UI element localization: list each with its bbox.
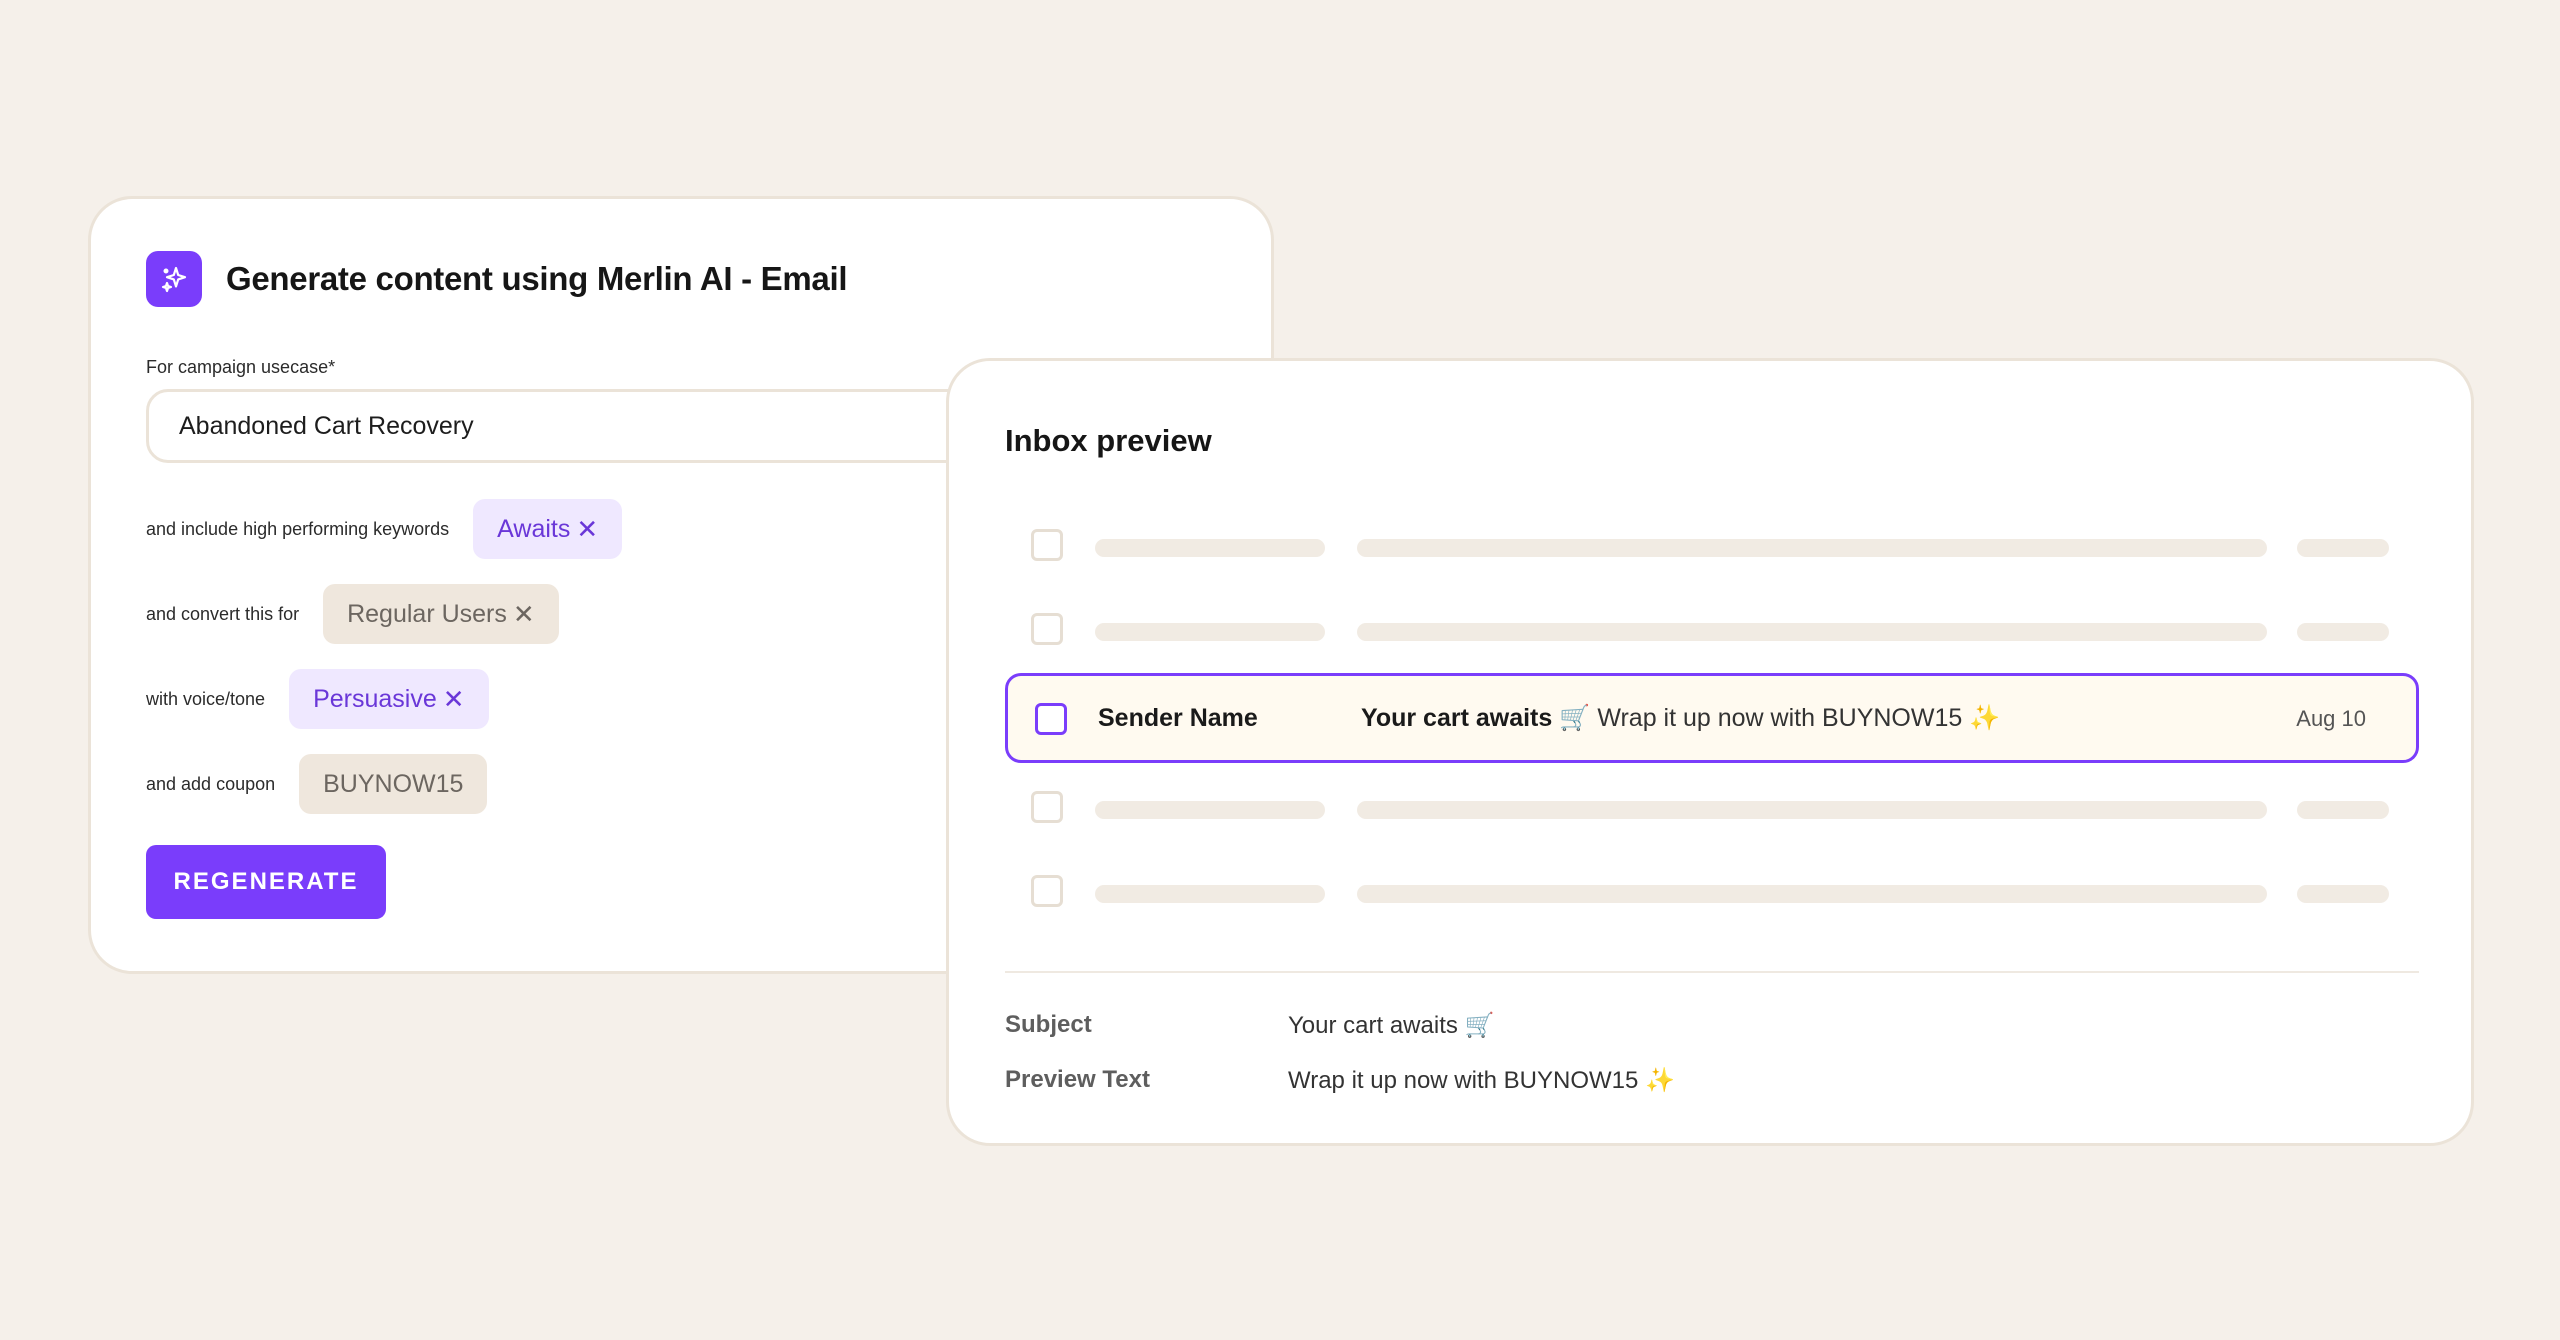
regenerate-button[interactable]: REGENERATE — [146, 845, 386, 919]
remove-keyword-icon[interactable]: ✕ — [576, 516, 598, 542]
sparkle-icon — [161, 266, 187, 293]
sparkle-emoji-icon: ✨ — [1645, 1067, 1675, 1094]
skeleton-sender — [1095, 801, 1325, 819]
row-checkbox[interactable] — [1031, 613, 1063, 645]
generator-title: Generate content using Merlin AI - Email — [226, 260, 848, 297]
divider — [1005, 971, 2419, 973]
email-subject: Your cart awaits — [1361, 704, 1553, 732]
preview-text-value: Wrap it up now with BUYNOW15 ✨ — [1288, 1066, 1675, 1095]
row-checkbox[interactable] — [1031, 875, 1063, 907]
placeholder-email-row — [1005, 857, 2419, 929]
tone-chip[interactable]: Persuasive ✕ — [289, 669, 489, 729]
row-checkbox[interactable] — [1035, 703, 1067, 735]
keywords-row: and include high performing keywords Awa… — [146, 499, 623, 559]
skeleton-date — [2297, 801, 2389, 819]
inbox-preview-card: Inbox preview Sender Name Your cart awai… — [946, 358, 2474, 1146]
preview-text-detail-row: Preview Text Wrap it up now with BUYNOW1… — [1005, 1066, 1675, 1095]
audience-chip-label: Regular Users — [347, 599, 507, 628]
skeleton-subject — [1357, 623, 2267, 641]
coupon-chip[interactable]: BUYNOW15 — [299, 754, 488, 814]
email-preview-text: Wrap it up now with BUYNOW15 — [1597, 704, 1963, 732]
coupon-chip-label: BUYNOW15 — [323, 769, 464, 798]
audience-row: and convert this for Regular Users ✕ — [146, 584, 559, 644]
audience-chip[interactable]: Regular Users ✕ — [323, 584, 559, 644]
tone-row: with voice/tone Persuasive ✕ — [146, 669, 489, 729]
skeleton-subject — [1357, 885, 2267, 903]
coupon-label: and add coupon — [146, 773, 276, 794]
preview-text-label: Preview Text — [1005, 1066, 1150, 1093]
subject-value: Your cart awaits 🛒 — [1288, 1012, 1495, 1039]
skeleton-subject — [1357, 801, 2267, 819]
merlin-logo — [146, 251, 202, 307]
tone-label: with voice/tone — [146, 688, 266, 709]
email-subject-preview: Your cart awaits 🛒 Wrap it up now with B… — [1361, 704, 2000, 733]
coupon-row: and add coupon BUYNOW15 — [146, 754, 488, 814]
keywords-label: and include high performing keywords — [146, 518, 450, 539]
subject-label: Subject — [1005, 1011, 1092, 1038]
preview-text: Wrap it up now with BUYNOW15 — [1288, 1067, 1639, 1094]
row-checkbox[interactable] — [1031, 791, 1063, 823]
skeleton-subject — [1357, 539, 2267, 557]
audience-label: and convert this for — [146, 603, 300, 624]
skeleton-date — [2297, 885, 2389, 903]
inbox-preview-title: Inbox preview — [1005, 423, 1212, 458]
keyword-chip-label: Awaits — [497, 514, 571, 543]
skeleton-sender — [1095, 885, 1325, 903]
skeleton-date — [2297, 539, 2389, 557]
skeleton-sender — [1095, 539, 1325, 557]
skeleton-date — [2297, 623, 2389, 641]
keyword-chip[interactable]: Awaits ✕ — [473, 499, 623, 559]
generator-header: Generate content using Merlin AI - Email — [146, 251, 848, 307]
skeleton-sender — [1095, 623, 1325, 641]
row-checkbox[interactable] — [1031, 529, 1063, 561]
tone-chip-label: Persuasive — [313, 684, 437, 713]
placeholder-email-row — [1005, 511, 2419, 583]
email-date: Aug 10 — [2296, 706, 2366, 731]
selected-email-row[interactable]: Sender Name Your cart awaits 🛒 Wrap it u… — [1005, 673, 2419, 763]
placeholder-email-row — [1005, 773, 2419, 845]
subject-detail-row: Subject Your cart awaits 🛒 — [1005, 1011, 1494, 1040]
cart-icon: 🛒 — [1559, 704, 1591, 732]
placeholder-email-row — [1005, 595, 2419, 667]
usecase-label: For campaign usecase* — [146, 357, 336, 377]
remove-audience-icon[interactable]: ✕ — [513, 601, 535, 627]
sparkle-emoji-icon: ✨ — [1969, 704, 2001, 732]
remove-tone-icon[interactable]: ✕ — [443, 686, 465, 712]
sender-name: Sender Name — [1098, 704, 1258, 732]
